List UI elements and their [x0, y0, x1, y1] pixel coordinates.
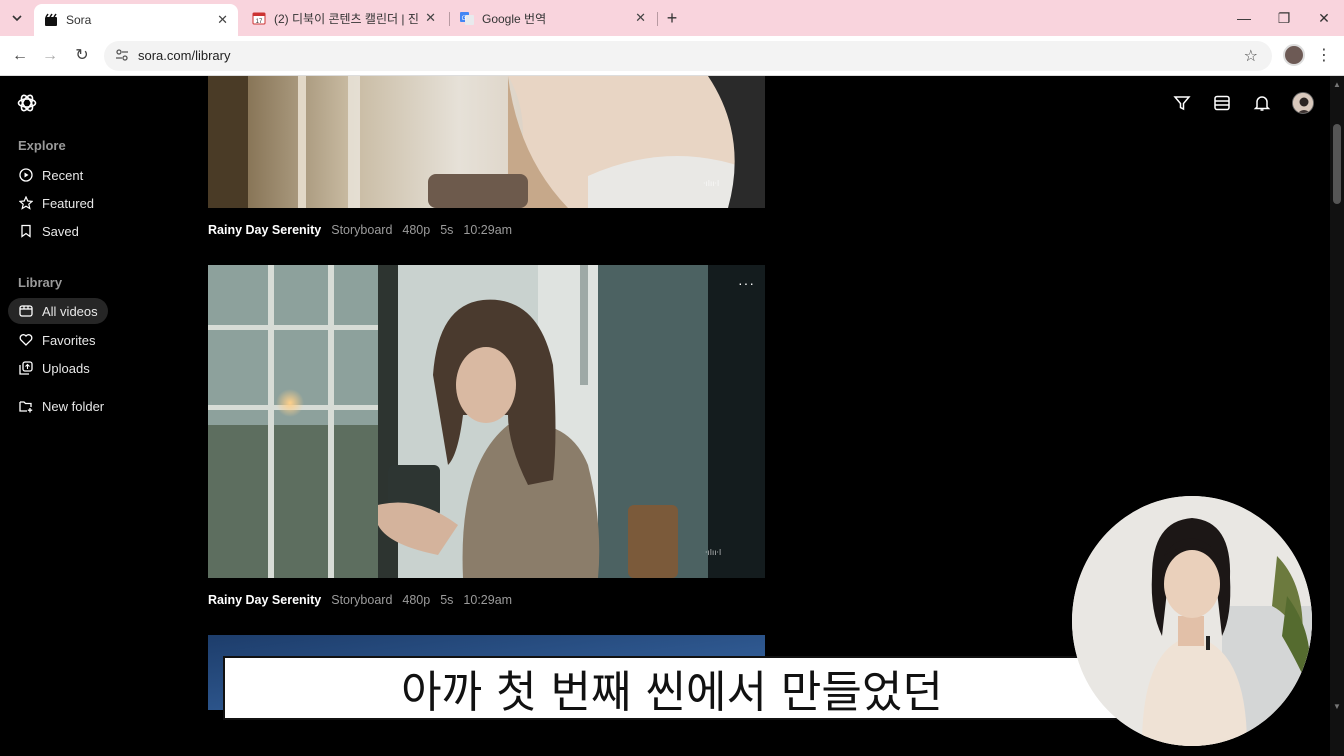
video-resolution: 480p: [402, 223, 431, 237]
close-tab-icon[interactable]: ✕: [217, 12, 228, 28]
browser-tab-bar: Sora ✕ 17 (2) 디북이 콘텐츠 캘린더 | 진행 ✕ G Googl…: [0, 0, 1344, 36]
video-thumbnail-image: ·ılıı·l: [208, 265, 765, 578]
google-translate-favicon: G: [460, 11, 474, 25]
video-title[interactable]: Rainy Day Serenity: [208, 593, 321, 607]
profile-avatar[interactable]: [1292, 92, 1314, 114]
tab-title: Google 번역: [482, 11, 547, 26]
calendar-favicon: 17: [252, 11, 266, 25]
tab-divider: [657, 12, 658, 26]
presenter-webcam: [1072, 496, 1312, 746]
new-tab-button[interactable]: +: [662, 8, 682, 28]
videos-icon: [18, 303, 34, 319]
close-window-icon[interactable]: ✕: [1312, 6, 1336, 30]
heart-icon: [18, 332, 34, 348]
sidebar-item-favorites[interactable]: Favorites: [8, 327, 108, 353]
browser-toolbar: ← → ↻ sora.com/library ☆ ⋮: [0, 36, 1344, 76]
recent-icon: [18, 167, 34, 183]
sidebar-item-label: Featured: [42, 195, 95, 211]
star-icon: [18, 195, 34, 211]
minimize-icon[interactable]: —: [1232, 6, 1256, 30]
scroll-up-icon[interactable]: ▲: [1333, 80, 1341, 89]
uploads-icon: [18, 360, 34, 376]
new-folder-icon: [18, 398, 34, 414]
restore-icon[interactable]: ❐: [1272, 6, 1296, 30]
svg-text:17: 17: [256, 19, 263, 25]
sidebar-item-label: Favorites: [42, 332, 96, 348]
sidebar-item-all-videos[interactable]: All videos: [8, 298, 108, 324]
tab-google-translate[interactable]: G Google 번역 ✕: [450, 4, 656, 32]
video-duration: 5s: [440, 223, 454, 237]
video-meta: Rainy Day Serenity Storyboard 480p 5s 10…: [208, 593, 512, 607]
tab-sora[interactable]: Sora ✕: [34, 4, 238, 36]
svg-text:·ılıı·l: ·ılıı·l: [703, 179, 719, 188]
reload-icon[interactable]: ↻: [70, 44, 94, 68]
close-tab-icon[interactable]: ✕: [635, 10, 646, 26]
video-type: Storyboard: [331, 593, 393, 607]
video-time: 10:29am: [463, 593, 513, 607]
address-bar[interactable]: sora.com/library ☆: [104, 41, 1272, 71]
bookmark-star-icon[interactable]: ☆: [1244, 46, 1258, 66]
list-view-icon[interactable]: [1211, 92, 1233, 114]
sora-favicon: [44, 13, 58, 27]
bookmark-icon: [18, 223, 34, 239]
svg-text:G: G: [462, 16, 467, 22]
close-tab-icon[interactable]: ✕: [425, 10, 436, 26]
sora-app: Explore Recent Featured Saved Library Al…: [0, 76, 1344, 756]
scroll-down-icon[interactable]: ▼: [1333, 702, 1341, 711]
sidebar-item-label: Uploads: [42, 360, 90, 376]
svg-text:·ılıı·l: ·ılıı·l: [705, 548, 721, 557]
browser-menu-icon[interactable]: ⋮: [1316, 44, 1332, 68]
notifications-icon[interactable]: [1251, 92, 1273, 114]
sidebar-item-saved[interactable]: Saved: [8, 218, 108, 244]
url-text[interactable]: sora.com/library: [138, 48, 230, 63]
sidebar-item-recent[interactable]: Recent: [8, 162, 108, 188]
more-options-icon[interactable]: ···: [738, 275, 755, 291]
video-type: Storyboard: [331, 223, 393, 237]
video-subtitle: 아까 첫 번째 씬에서 만들었던: [223, 656, 1121, 720]
video-resolution: 480p: [402, 593, 431, 607]
explore-heading: Explore: [18, 138, 66, 153]
new-folder-button[interactable]: New folder: [8, 393, 128, 419]
sidebar-item-uploads[interactable]: Uploads: [8, 355, 108, 381]
new-folder-label: New folder: [42, 398, 105, 414]
browser-profile-avatar[interactable]: [1283, 44, 1305, 66]
tab-title: (2) 디북이 콘텐츠 캘린더 | 진행: [274, 11, 420, 26]
site-info-icon[interactable]: [114, 48, 130, 64]
scrollbar-thumb[interactable]: [1333, 124, 1341, 204]
sidebar-item-label: Recent: [42, 167, 84, 183]
video-time: 10:29am: [463, 223, 513, 237]
library-heading: Library: [18, 275, 63, 290]
sidebar-item-label: Saved: [42, 223, 79, 239]
forward-icon[interactable]: →: [38, 44, 62, 68]
video-thumbnail-image: ·ılıı·l: [208, 76, 765, 208]
video-title[interactable]: Rainy Day Serenity: [208, 223, 321, 237]
sidebar-item-label: All videos: [42, 303, 98, 319]
tab-title: Sora: [66, 13, 92, 27]
sidebar-item-featured[interactable]: Featured: [8, 190, 108, 216]
tab-content-calendar[interactable]: 17 (2) 디북이 콘텐츠 캘린더 | 진행 ✕: [242, 4, 446, 32]
openai-logo-icon[interactable]: [16, 92, 38, 114]
video-duration: 5s: [440, 593, 454, 607]
video-meta: Rainy Day Serenity Storyboard 480p 5s 10…: [208, 223, 512, 237]
filter-icon[interactable]: [1171, 92, 1193, 114]
scrollbar[interactable]: ▲ ▼: [1330, 76, 1344, 756]
tab-search-button[interactable]: [6, 7, 28, 29]
back-icon[interactable]: ←: [8, 44, 32, 68]
video-thumbnail[interactable]: ·ılıı·l: [208, 76, 765, 208]
video-thumbnail[interactable]: ·ılıı·l ···: [208, 265, 765, 578]
